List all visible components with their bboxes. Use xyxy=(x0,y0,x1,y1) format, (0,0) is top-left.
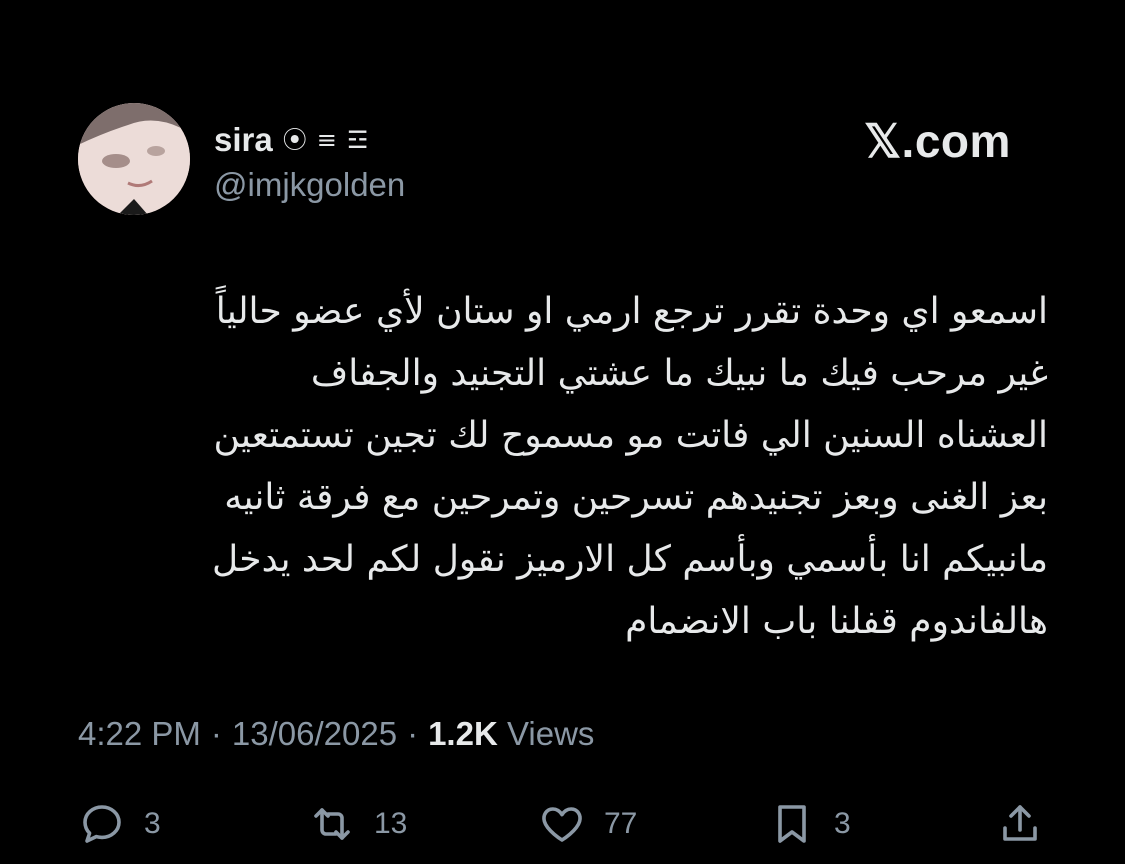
tweet-meta: 4:22 PM · 13/06/2025 · 1.2K Views xyxy=(78,715,594,753)
reply-count: 3 xyxy=(144,807,161,840)
trigram-icon: ☲ xyxy=(346,126,369,154)
author-handle[interactable]: @imjkgolden xyxy=(214,166,405,204)
bookmark-icon xyxy=(768,800,816,848)
bookmark-button[interactable]: 3 xyxy=(768,796,851,852)
site-logo: 𝕏.com xyxy=(864,115,1011,167)
like-count: 77 xyxy=(604,807,638,840)
tweet-line: اسمعو اي وحدة تقرر ترجع ارمي او ستان لأي… xyxy=(215,291,1048,332)
like-button[interactable]: 77 xyxy=(538,796,637,852)
share-button[interactable] xyxy=(996,796,1044,852)
author-name[interactable]: sira xyxy=(214,121,273,159)
tweet-line: مانبيكم انا بأسمي وبأسم كل الارميز نقول … xyxy=(212,539,1048,580)
action-bar: 3 13 77 3 xyxy=(78,796,1048,852)
author-name-row: sira ⦿ ≡ ☲ xyxy=(214,118,368,162)
target-icon: ⦿ xyxy=(282,126,307,154)
heart-icon xyxy=(538,800,586,848)
tweet-line: غير مرحب فيك ما نبيك ما عشتي التجنيد وال… xyxy=(310,353,1048,394)
bookmark-count: 3 xyxy=(834,807,851,840)
views-count[interactable]: 1.2K xyxy=(428,715,498,752)
repost-icon xyxy=(308,800,356,848)
reply-button[interactable]: 3 xyxy=(78,796,161,852)
tweet-line: بعز الغنى وبعز تجنيدهم تسرحين وتمرحين مع… xyxy=(224,477,1048,518)
lines-icon: ≡ xyxy=(316,126,337,154)
reply-icon xyxy=(78,800,126,848)
repost-count: 13 xyxy=(374,807,408,840)
tweet-time[interactable]: 4:22 PM xyxy=(78,715,201,753)
meta-separator: · xyxy=(407,715,419,752)
tweet-text: اسمعو اي وحدة تقرر ترجع ارمي او ستان لأي… xyxy=(98,281,1048,653)
tweet-line: العشناه السنين الي فاتت مو مسموح لك تجين… xyxy=(213,415,1048,456)
tweet-date[interactable]: 13/06/2025 xyxy=(232,715,397,753)
repost-button[interactable]: 13 xyxy=(308,796,407,852)
meta-separator: · xyxy=(210,715,222,752)
views-label: Views xyxy=(506,715,595,752)
share-icon xyxy=(996,800,1044,848)
tweet-line: هالفاندوم قفلنا باب الانضمام xyxy=(625,601,1048,642)
avatar[interactable] xyxy=(78,103,190,215)
avatar-photo xyxy=(78,103,190,215)
